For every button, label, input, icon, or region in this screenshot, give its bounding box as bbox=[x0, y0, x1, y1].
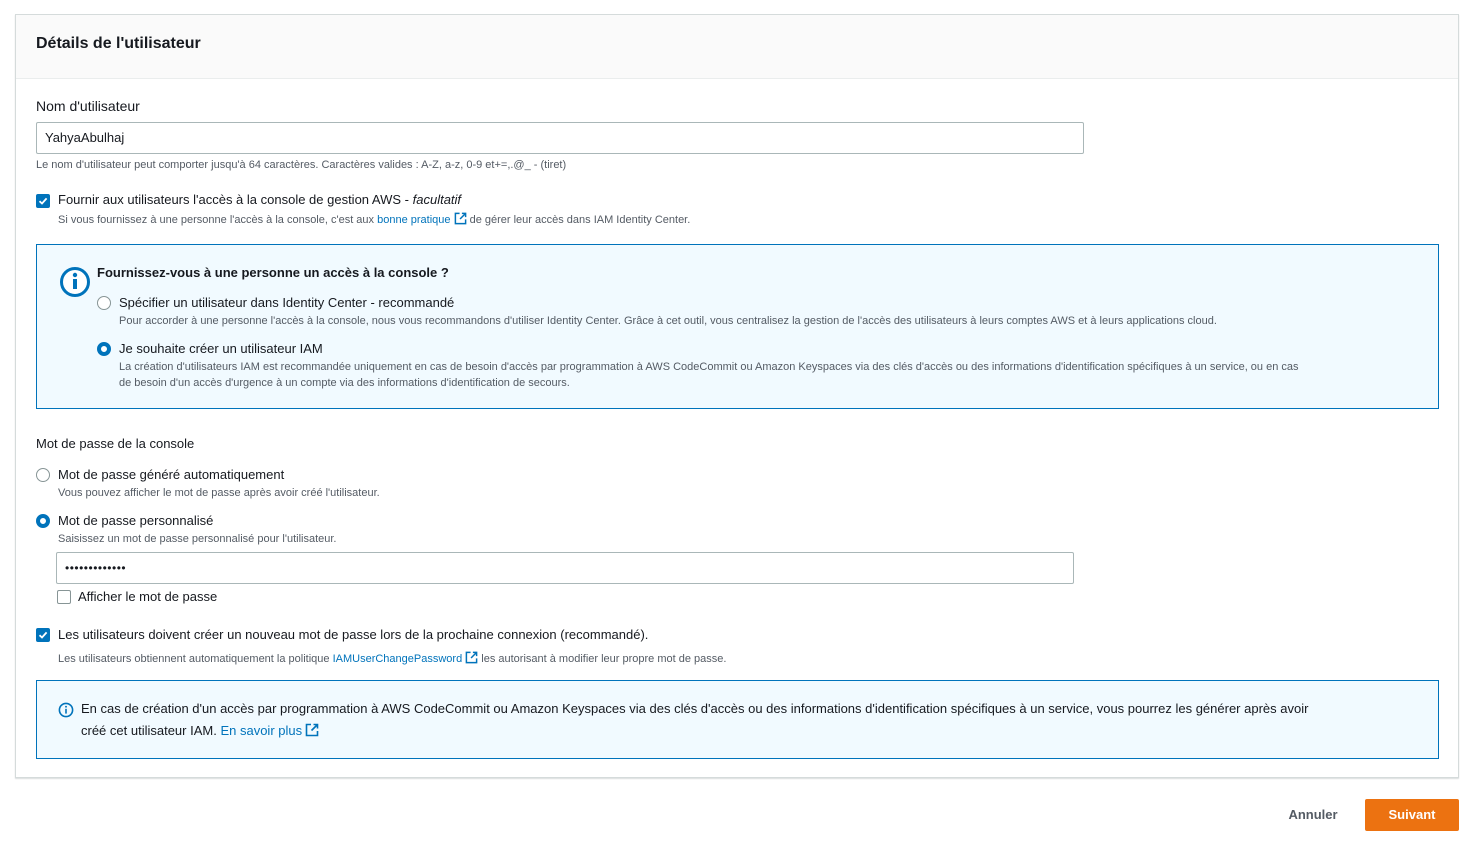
learn-more-link[interactable]: En savoir plus bbox=[220, 723, 302, 738]
password-input[interactable]: ••••••••••••• bbox=[56, 552, 1074, 584]
iam-user-radio[interactable] bbox=[97, 342, 111, 356]
user-details-panel: Détails de l'utilisateur Nom d'utilisate… bbox=[15, 14, 1459, 778]
external-link-icon bbox=[305, 723, 319, 737]
custom-password-desc: Saisissez un mot de passe personnalisé p… bbox=[58, 533, 337, 545]
next-button[interactable]: Suivant bbox=[1365, 799, 1459, 831]
optional-tag: facultatif bbox=[412, 192, 462, 207]
cancel-button[interactable]: Annuler bbox=[1268, 800, 1358, 830]
custom-password-label[interactable]: Mot de passe personnalisé bbox=[58, 513, 213, 528]
iam-user-desc-line2: de besoin d'un accès d'urgence à un comp… bbox=[119, 377, 570, 389]
reset-password-label[interactable]: Les utilisateurs doivent créer un nouvea… bbox=[58, 627, 648, 642]
info-icon bbox=[60, 267, 90, 297]
panel-header: Détails de l'utilisateur bbox=[16, 15, 1458, 79]
auto-password-radio[interactable] bbox=[36, 468, 50, 482]
console-access-hint: Si vous fournissez à une personne l'accè… bbox=[58, 212, 691, 226]
external-link-icon bbox=[465, 651, 478, 664]
username-label: Nom d'utilisateur bbox=[36, 98, 140, 114]
checkmark-icon bbox=[38, 631, 48, 639]
iam-user-desc-line1: La création d'utilisateurs IAM est recom… bbox=[119, 361, 1299, 373]
console-access-label[interactable]: Fournir aux utilisateurs l'accès à la co… bbox=[58, 192, 461, 207]
reset-password-hint: Les utilisateurs obtiennent automatiquem… bbox=[58, 651, 727, 665]
info-icon bbox=[58, 702, 74, 718]
access-key-info-line2: créé cet utilisateur IAM. En savoir plus bbox=[81, 723, 319, 738]
console-question-title: Fournissez-vous à une personne un accès … bbox=[97, 265, 449, 280]
console-question-box: Fournissez-vous à une personne un accès … bbox=[36, 244, 1439, 409]
section-title: Détails de l'utilisateur bbox=[36, 35, 201, 52]
auto-password-label[interactable]: Mot de passe généré automatiquement bbox=[58, 467, 284, 482]
username-input[interactable]: YahyaAbulhaj bbox=[36, 122, 1084, 154]
auto-password-desc: Vous pouvez afficher le mot de passe apr… bbox=[58, 487, 380, 499]
console-access-checkbox[interactable] bbox=[36, 194, 50, 208]
identity-center-desc: Pour accorder à une personne l'accès à l… bbox=[119, 315, 1217, 327]
identity-center-radio[interactable] bbox=[97, 296, 111, 310]
custom-password-radio[interactable] bbox=[36, 514, 50, 528]
password-section-label: Mot de passe de la console bbox=[36, 436, 195, 451]
best-practice-link[interactable]: bonne pratique bbox=[377, 214, 450, 226]
identity-center-label[interactable]: Spécifier un utilisateur dans Identity C… bbox=[119, 295, 454, 310]
access-key-info-box: En cas de création d'un accès par progra… bbox=[36, 680, 1439, 759]
access-key-info-line1: En cas de création d'un accès par progra… bbox=[81, 701, 1309, 716]
iam-user-label[interactable]: Je souhaite créer un utilisateur IAM bbox=[119, 341, 323, 356]
checkmark-icon bbox=[38, 197, 48, 205]
show-password-checkbox[interactable] bbox=[57, 590, 71, 604]
show-password-label[interactable]: Afficher le mot de passe bbox=[78, 589, 217, 604]
reset-password-checkbox[interactable] bbox=[36, 628, 50, 642]
iam-user-change-password-link[interactable]: IAMUserChangePassword bbox=[333, 653, 463, 665]
username-hint: Le nom d'utilisateur peut comporter jusq… bbox=[36, 159, 567, 171]
external-link-icon bbox=[454, 212, 466, 225]
